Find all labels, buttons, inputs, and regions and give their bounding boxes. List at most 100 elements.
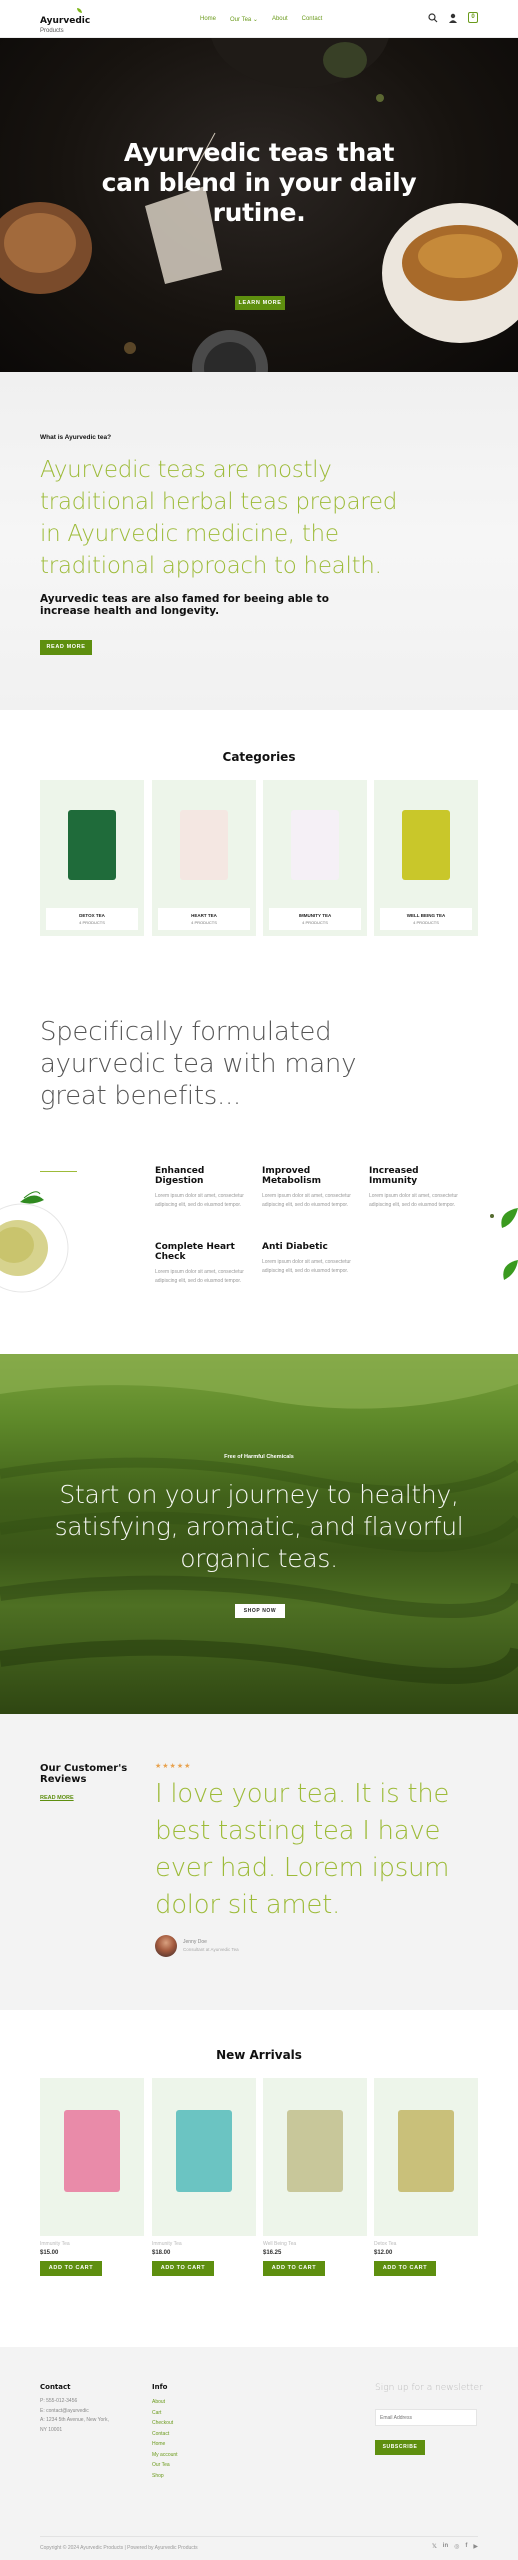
footer-link-contact[interactable]: Contact xyxy=(152,2429,178,2440)
quote-line-4: dolor sit amet. xyxy=(155,1890,340,1920)
category-count: 4 PRODUCTS xyxy=(191,920,217,925)
hero-title-line-2: can blend in your daily xyxy=(101,168,417,197)
nav-about[interactable]: About xyxy=(272,16,288,23)
footer-link-about[interactable]: About xyxy=(152,2397,178,2408)
footer-link-our-tea[interactable]: Our Tea xyxy=(152,2460,178,2471)
category-name: HEART TEA xyxy=(191,913,217,918)
contact-phone: P: 555-012-3456 xyxy=(40,2398,78,2404)
product-image xyxy=(64,2110,120,2192)
footer-link-my-account[interactable]: My account xyxy=(152,2450,178,2461)
search-icon[interactable] xyxy=(428,12,438,23)
product-meta: Immunity Tea $15.00 ADD TO CART xyxy=(40,2241,144,2276)
testimonial-quote: I love your tea. It is the best tasting … xyxy=(155,1776,485,1924)
category-name: DETOX TEA xyxy=(79,913,105,918)
product-card[interactable] xyxy=(374,2078,478,2236)
product-meta: Immunity Tea $18.00 ADD TO CART xyxy=(152,2241,256,2276)
tea-pack-image xyxy=(68,810,116,880)
about-headline-line-3: in Ayurvedic medicine, the xyxy=(40,521,339,547)
cart-button[interactable]: 0 xyxy=(468,12,478,23)
product-category[interactable]: Detox Tea xyxy=(374,2241,478,2247)
footer-contact-title: Contact xyxy=(40,2383,71,2391)
tea-pack-image xyxy=(180,810,228,880)
product-meta: Well Being Tea $16.25 ADD TO CART xyxy=(263,2241,367,2276)
reviews-read-more-link[interactable]: READ MORE xyxy=(40,1795,74,1801)
add-to-cart-button[interactable]: ADD TO CART xyxy=(152,2261,214,2276)
about-headline-line-2: traditional herbal teas prepared xyxy=(40,489,398,515)
footer-link-checkout[interactable]: Checkout xyxy=(152,2418,178,2429)
newsletter-title: Sign up for a newsletter xyxy=(375,2383,483,2393)
footer-link-home[interactable]: Home xyxy=(152,2439,178,2450)
site-footer: Contact P: 555-012-3456 E: contact@ayurv… xyxy=(0,2347,518,2560)
reviewer-role: Consultant at Ayurvedic Tea xyxy=(183,1947,239,1952)
facebook-icon[interactable]: f xyxy=(465,2543,467,2550)
add-to-cart-button[interactable]: ADD TO CART xyxy=(374,2261,436,2276)
category-card-immunity[interactable]: IMMUNITY TEA 4 PRODUCTS xyxy=(263,780,367,936)
logo[interactable]: Ayurvedic Products xyxy=(40,8,91,34)
product-card[interactable] xyxy=(40,2078,144,2236)
product-card[interactable] xyxy=(263,2078,367,2236)
category-card-heart[interactable]: HEART TEA 4 PRODUCTS xyxy=(152,780,256,936)
about-headline: Ayurvedic teas are mostly traditional he… xyxy=(40,454,480,582)
benefit-digestion: Enhanced Digestion Lorem ipsum dolor sit… xyxy=(155,1166,251,1210)
benefit-immunity: Increased Immunity Lorem ipsum dolor sit… xyxy=(369,1166,465,1210)
reviewer-name: Jenny Doe xyxy=(183,1939,207,1945)
nav-our-tea[interactable]: Our Tea ⌄ xyxy=(230,16,258,23)
benefit-title: Enhanced Digestion xyxy=(155,1166,205,1186)
twitter-icon[interactable]: 𝕏 xyxy=(432,2543,437,2550)
learn-more-button[interactable]: LEARN MORE xyxy=(235,296,285,310)
tea-pack-image xyxy=(291,810,339,880)
social-links: 𝕏 in ◎ f ▶ xyxy=(432,2543,478,2550)
category-card-well-being[interactable]: WELL BEING TEA 4 PRODUCTS xyxy=(374,780,478,936)
copyright-text: Copyright © 2024 Ayurvedic Products | Po… xyxy=(40,2545,198,2551)
journey-kicker: Free of Harmful Chemicals xyxy=(224,1454,294,1460)
about-section: What is Ayurvedic tea? Ayurvedic teas ar… xyxy=(0,372,518,710)
category-card-detox[interactable]: DETOX TEA 4 PRODUCTS xyxy=(40,780,144,936)
product-category[interactable]: Well Being Tea xyxy=(263,2241,367,2247)
linkedin-icon[interactable]: in xyxy=(443,2543,448,2550)
product-image xyxy=(176,2110,232,2192)
footer-contact: Contact P: 555-012-3456 E: contact@ayurv… xyxy=(40,2383,109,2435)
header-actions: 0 xyxy=(428,12,478,23)
reviews-title-line-1: Our Customer's xyxy=(40,1763,128,1774)
quote-line-3: ever had. Lorem ipsum xyxy=(155,1853,450,1883)
about-subtitle-line-2: increase health and longevity. xyxy=(40,605,220,617)
benefits-title-line-2: ayurvedic tea with many xyxy=(40,1049,357,1079)
nav-contact[interactable]: Contact xyxy=(302,16,323,23)
benefits-title-line-3: great benefits... xyxy=(40,1081,241,1111)
benefit-anti-diabetic: Anti Diabetic Lorem ipsum dolor sit amet… xyxy=(262,1242,358,1276)
footer-info: Info About Cart Checkout Contact Home My… xyxy=(152,2383,178,2481)
shop-now-button[interactable]: SHOP NOW xyxy=(235,1604,285,1618)
nav-home[interactable]: Home xyxy=(200,16,216,23)
product-category[interactable]: Immunity Tea xyxy=(40,2241,144,2247)
footer-info-title: Info xyxy=(152,2383,168,2391)
product-card[interactable] xyxy=(152,2078,256,2236)
contact-email[interactable]: E: contact@ayurvedic xyxy=(40,2407,109,2417)
product-category[interactable]: Immunity Tea xyxy=(152,2241,256,2247)
benefit-text: Lorem ipsum dolor sit amet, consectetur … xyxy=(155,1269,244,1284)
subscribe-button[interactable]: SUBSCRIBE xyxy=(375,2440,425,2455)
product-price: $18.00 xyxy=(152,2250,171,2256)
newsletter-email-input[interactable] xyxy=(375,2409,477,2426)
product-price: $12.00 xyxy=(374,2250,393,2256)
new-arrivals-title: New Arrivals xyxy=(216,2048,302,2062)
youtube-icon[interactable]: ▶ xyxy=(473,2543,478,2550)
tea-cup-image xyxy=(0,1191,69,1293)
read-more-button[interactable]: READ MORE xyxy=(40,640,92,655)
add-to-cart-button[interactable]: ADD TO CART xyxy=(40,2261,102,2276)
instagram-icon[interactable]: ◎ xyxy=(454,2543,459,2550)
benefits-title: Specifically formulated ayurvedic tea wi… xyxy=(40,1016,400,1112)
hero-section: Ayurvedic teas that can blend in your da… xyxy=(0,38,518,372)
user-icon[interactable] xyxy=(448,13,458,23)
footer-link-cart[interactable]: Cart xyxy=(152,2408,178,2419)
footer-link-shop[interactable]: Shop xyxy=(152,2471,178,2482)
leaf-icon xyxy=(490,1208,518,1280)
reviews-title-line-2: Reviews xyxy=(40,1774,87,1785)
product-price: $16.25 xyxy=(263,2250,282,2256)
logo-subtitle: Products xyxy=(40,28,64,34)
logo-title: Ayurvedic xyxy=(40,16,91,26)
add-to-cart-button[interactable]: ADD TO CART xyxy=(263,2261,325,2276)
quote-line-1: I love your tea. It is the xyxy=(155,1779,450,1809)
main-nav: Home Our Tea ⌄ About Contact xyxy=(200,16,322,23)
category-name: IMMUNITY TEA xyxy=(298,913,332,918)
cart-count: 0 xyxy=(471,14,475,20)
